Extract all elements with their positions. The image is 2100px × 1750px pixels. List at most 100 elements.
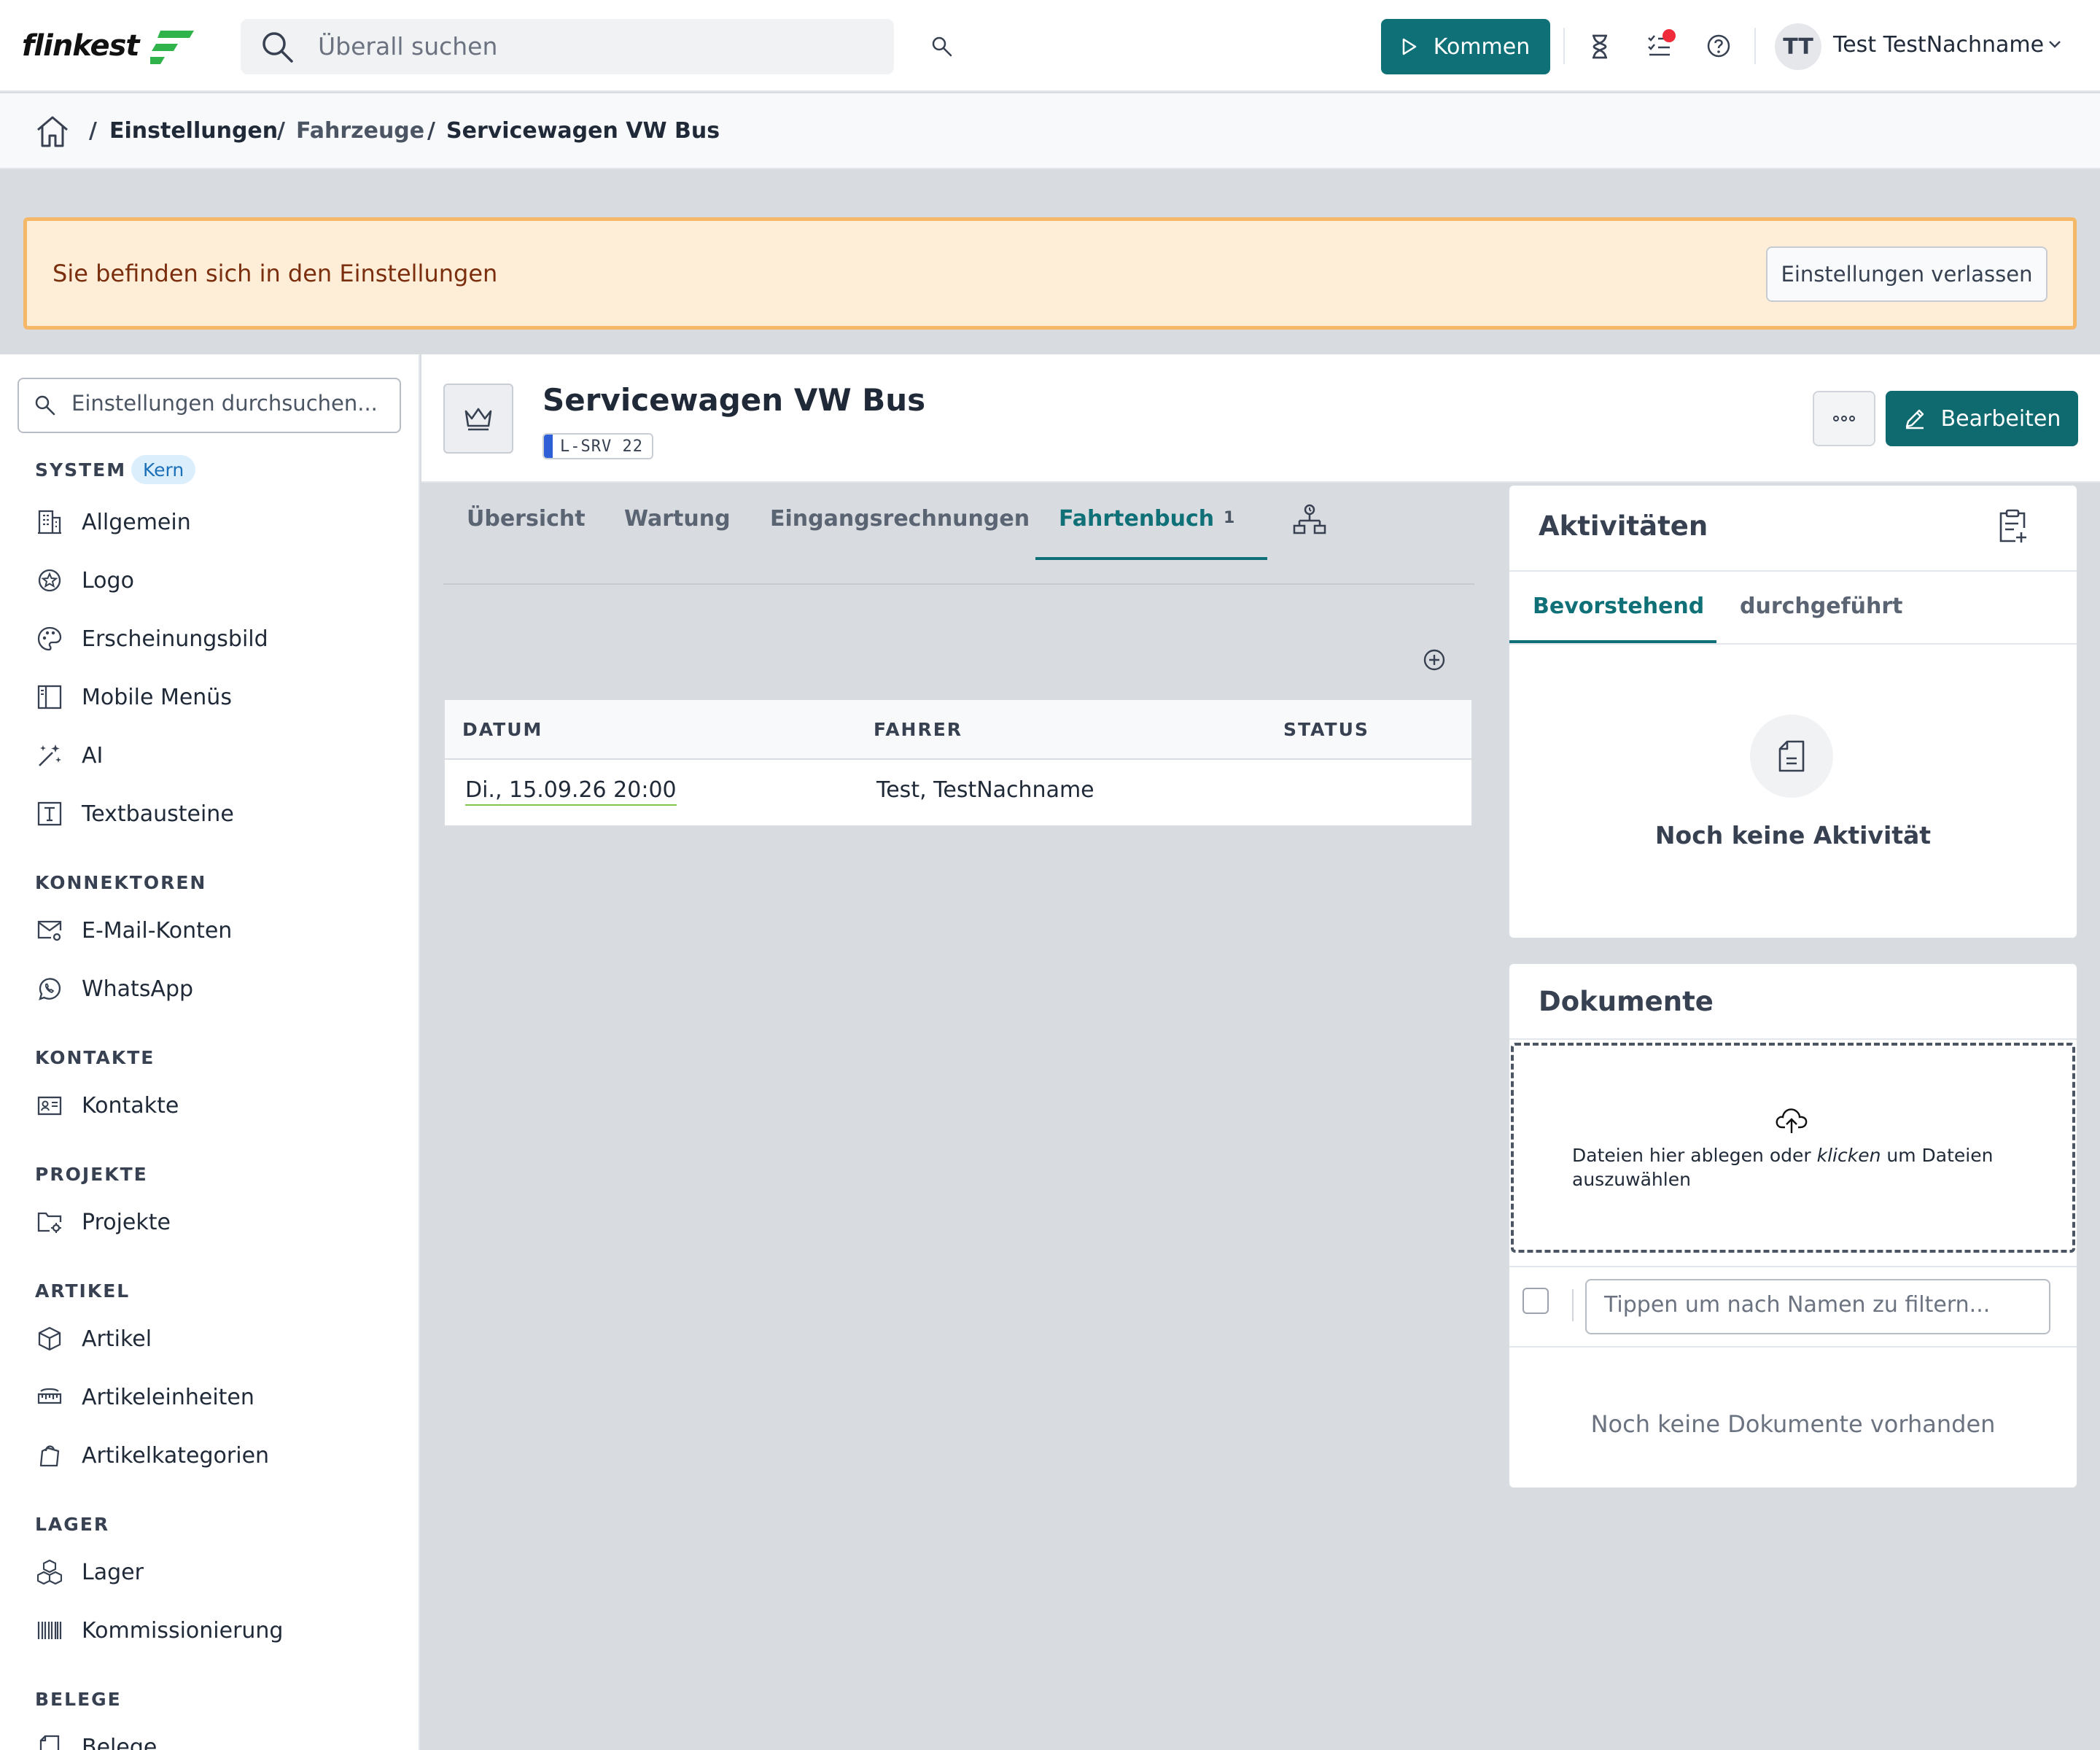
sidebar-layout-icon <box>37 685 62 709</box>
sidebar-item-label: Belege <box>82 1734 158 1750</box>
app-logo[interactable]: flinkest <box>22 29 140 63</box>
breadcrumb-separator: / <box>427 118 435 144</box>
tab-uebersicht[interactable]: Übersicht <box>467 506 586 532</box>
play-icon <box>1402 38 1417 55</box>
edit-button[interactable]: Bearbeiten <box>1886 391 2078 446</box>
sidebar-item-label: Kontakte <box>82 1092 179 1119</box>
column-header-fahrer[interactable]: FAHRER <box>874 719 962 740</box>
boxes-icon <box>36 1559 63 1585</box>
sidebar-item-label: WhatsApp <box>82 976 194 1002</box>
sidebar-item-label: Allgemein <box>82 509 191 535</box>
sidebar-item-label: Logo <box>82 567 134 594</box>
sidebar-item-label: Mobile Menüs <box>82 684 232 710</box>
column-header-status[interactable]: STATUS <box>1283 719 1369 740</box>
org-chart-icon[interactable] <box>1292 503 1327 538</box>
empty-state-icon-wrap <box>1750 715 1833 798</box>
active-tab-indicator <box>1035 557 1267 560</box>
dropzone-text-part: Dateien hier ablegen oder <box>1572 1145 1817 1166</box>
leave-settings-label: Einstellungen verlassen <box>1781 262 2033 287</box>
breadcrumb-fahrzeuge[interactable]: Fahrzeuge <box>296 118 424 144</box>
tab-fahrtenbuch[interactable]: Fahrtenbuch <box>1059 506 1214 532</box>
sidebar-item-ai[interactable]: AI <box>35 734 400 777</box>
sidebar-item-textbausteine[interactable]: Textbausteine <box>35 792 400 836</box>
table-row[interactable]: Di., 15.09.26 20:00 <box>465 777 677 806</box>
pencil-icon <box>1905 409 1924 429</box>
select-all-checkbox[interactable] <box>1522 1288 1549 1314</box>
crown-icon <box>464 408 492 431</box>
palette-icon <box>37 626 62 651</box>
sidebar-item-label: Artikeleinheiten <box>82 1384 254 1410</box>
kommen-button[interactable]: Kommen <box>1381 19 1550 74</box>
avatar[interactable]: TT <box>1775 23 1821 70</box>
tab-wartung[interactable]: Wartung <box>624 506 731 532</box>
sidebar-item-artikelkategorien[interactable]: Artikelkategorien <box>35 1434 400 1477</box>
sidebar-item-email-konten[interactable]: E-Mail-Konten <box>35 909 400 952</box>
divider <box>1572 1289 1574 1321</box>
sidebar-item-belege[interactable]: Belege <box>35 1725 400 1750</box>
ellipsis-icon <box>1833 416 1855 421</box>
breadcrumb-current: Servicewagen VW Bus <box>446 118 720 144</box>
user-name[interactable]: Test TestNachname <box>1833 32 2044 58</box>
whatsapp-icon <box>39 978 61 1000</box>
sidebar-item-label: Lager <box>82 1559 144 1585</box>
sidebar-item-label: Kommissionierung <box>82 1617 284 1644</box>
section-lager: LAGER <box>35 1514 110 1535</box>
document-filter-placeholder[interactable]: Tippen um nach Namen zu filtern... <box>1604 1292 1990 1318</box>
divider <box>1509 643 2077 645</box>
sidebar-item-artikeleinheiten[interactable]: Artikeleinheiten <box>35 1375 400 1419</box>
logo-mark <box>150 31 194 64</box>
tab-durchgefuehrt[interactable]: durchgeführt <box>1740 594 1903 619</box>
badge-star-icon <box>38 569 61 592</box>
sidebar-item-whatsapp[interactable]: WhatsApp <box>35 967 400 1011</box>
sidebar-item-label: AI <box>82 742 104 769</box>
sidebar-item-allgemein[interactable]: Allgemein <box>35 500 400 544</box>
sidebar-item-label: Erscheinungsbild <box>82 626 268 652</box>
tabs-divider <box>443 583 1474 585</box>
building-icon <box>38 510 61 534</box>
dropzone-text[interactable]: Dateien hier ablegen oder klicken um Dat… <box>1572 1143 2031 1191</box>
tab-bevorstehend[interactable]: Bevorstehend <box>1533 594 1704 619</box>
tab-eingangsrechnungen[interactable]: Eingangsrechnungen <box>770 506 1030 532</box>
sidebar-item-artikel[interactable]: Artikel <box>35 1317 400 1361</box>
notification-dot <box>1662 29 1676 42</box>
global-search-placeholder[interactable]: Überall suchen <box>318 32 497 61</box>
home-icon[interactable] <box>35 114 70 149</box>
license-plate-text: L-SRV 22 <box>560 437 643 456</box>
settings-search-placeholder[interactable]: Einstellungen durchsuchen... <box>71 391 378 416</box>
breadcrumb-separator: / <box>89 118 97 144</box>
logo-text: flinkest <box>22 29 140 63</box>
search-icon <box>262 32 293 63</box>
search-icon <box>35 395 55 416</box>
barcode-icon <box>37 1622 62 1639</box>
sidebar-item-projekte[interactable]: Projekte <box>35 1200 400 1244</box>
sidebar-item-label: Artikel <box>82 1326 152 1352</box>
chevron-down-icon[interactable] <box>2048 39 2062 50</box>
add-activity-icon[interactable] <box>1996 509 2029 544</box>
sidebar-item-label: Artikelkategorien <box>82 1442 270 1469</box>
receipt-icon <box>39 1735 60 1750</box>
section-projekte: PROJEKTE <box>35 1164 148 1185</box>
documents-empty-text: Noch keine Dokumente vorhanden <box>1590 1410 1996 1438</box>
activities-title: Aktivitäten <box>1539 510 1708 542</box>
hourglass-icon[interactable] <box>1588 34 1611 60</box>
toolbar-divider <box>1563 28 1565 64</box>
sidebar-item-kontakte[interactable]: Kontakte <box>35 1084 400 1127</box>
breadcrumb-einstellungen[interactable]: Einstellungen <box>109 118 278 144</box>
sidebar-item-label: E-Mail-Konten <box>82 917 233 944</box>
section-system: SYSTEM <box>35 459 127 481</box>
sidebar-item-lager[interactable]: Lager <box>35 1550 400 1594</box>
help-icon[interactable] <box>1706 34 1731 58</box>
date-link[interactable]: Di., 15.09.26 20:00 <box>465 777 677 806</box>
add-entry-icon[interactable] <box>1422 648 1447 672</box>
sidebar-item-kommissionierung[interactable]: Kommissionierung <box>35 1609 400 1652</box>
more-actions-button[interactable] <box>1813 391 1875 446</box>
sidebar-item-mobile-menus[interactable]: Mobile Menüs <box>35 675 400 719</box>
sidebar-item-erscheinungsbild[interactable]: Erscheinungsbild <box>35 617 400 661</box>
sidebar-item-logo[interactable]: Logo <box>35 559 400 602</box>
magic-wand-icon <box>39 744 61 766</box>
section-kontakte: KONTAKTE <box>35 1047 155 1068</box>
column-header-datum[interactable]: DATUM <box>462 719 542 740</box>
advanced-search-icon[interactable] <box>930 35 954 58</box>
dropzone-click-text[interactable]: klicken <box>1817 1145 1881 1166</box>
leave-settings-button[interactable]: Einstellungen verlassen <box>1766 246 2048 302</box>
